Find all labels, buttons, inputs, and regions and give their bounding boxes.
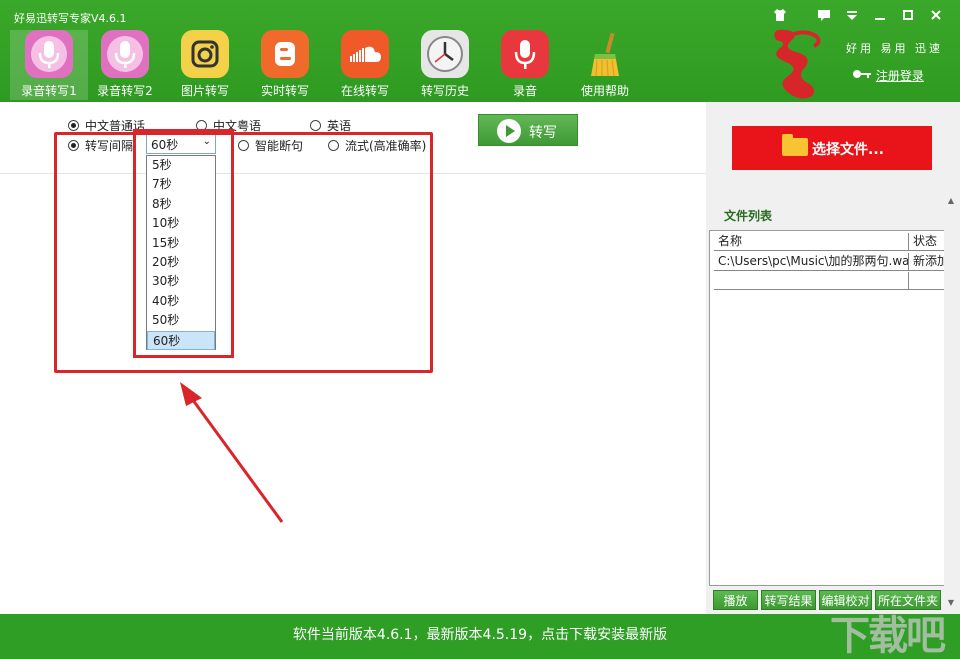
transcribe-button-label: 转写 — [529, 125, 557, 141]
tool-realtime-transcribe[interactable]: 实时转写 — [246, 30, 324, 100]
scroll-up-icon[interactable]: ▲ — [944, 196, 958, 210]
choose-file-label: 选择文件... — [812, 142, 884, 158]
mic-red-icon — [501, 30, 549, 78]
table-row[interactable] — [714, 272, 954, 290]
tool-label: 录音 — [512, 84, 537, 98]
folder-icon — [782, 134, 808, 156]
scroll-down-icon[interactable]: ▼ — [944, 598, 958, 612]
tool-record[interactable]: 录音 — [486, 30, 564, 100]
column-header-name[interactable]: 名称 — [714, 233, 909, 251]
file-list-title: 文件列表 — [724, 209, 773, 223]
table-header: 名称 状态 — [714, 233, 954, 251]
camera-icon — [181, 30, 229, 78]
app-title: 好易迅转写专家V4.6.1 — [14, 12, 127, 25]
transcribe-button[interactable]: 转写 — [478, 114, 578, 146]
tool-label: 转写历史 — [420, 84, 469, 98]
message-icon[interactable] — [816, 8, 832, 24]
radio-dot — [310, 120, 321, 131]
tool-record-transcribe-2[interactable]: 录音转写2 — [86, 30, 164, 100]
close-icon[interactable] — [928, 8, 944, 24]
microphone-icon — [25, 30, 73, 78]
tool-help[interactable]: 使用帮助 — [566, 30, 644, 100]
clock-icon — [421, 30, 469, 78]
radio-label: 英语 — [327, 119, 352, 133]
cloud-icon — [341, 30, 389, 78]
tool-label: 图片转写 — [180, 84, 229, 98]
table-row[interactable]: C:\Users\pc\Music\加的那两句.wa 新添加 — [714, 253, 954, 271]
blogger-icon — [261, 30, 309, 78]
register-login-label: 注册登录 — [875, 69, 924, 83]
tool-label: 在线转写 — [340, 84, 389, 98]
menu-icon[interactable] — [844, 8, 860, 24]
play-button[interactable]: 播放 — [713, 590, 758, 610]
brand-logo — [766, 26, 826, 100]
tool-transcribe-history[interactable]: 转写历史 — [406, 30, 484, 100]
tool-label: 实时转写 — [260, 84, 309, 98]
microphone-icon — [101, 30, 149, 78]
annotation-highlight-box — [133, 129, 234, 358]
play-icon — [497, 119, 521, 143]
minimize-icon[interactable] — [872, 8, 888, 24]
file-name-cell: C:\Users\pc\Music\加的那两句.wa — [714, 253, 909, 271]
transcribe-result-button[interactable]: 转写结果 — [761, 590, 816, 610]
tool-label: 录音转写1 — [21, 84, 77, 98]
shirt-icon[interactable] — [772, 8, 788, 24]
radio-dot — [68, 120, 79, 131]
broom-icon — [581, 30, 629, 78]
update-footer-link[interactable]: 软件当前版本4.6.1，最新版本4.5.19，点击下载安装最新版 — [0, 614, 960, 659]
file-name-cell — [714, 272, 909, 290]
tool-image-transcribe[interactable]: 图片转写 — [166, 30, 244, 100]
brand-slogan: 好用 易用 迅速 — [846, 42, 943, 55]
tool-online-transcribe[interactable]: 在线转写 — [326, 30, 404, 100]
choose-file-button[interactable]: 选择文件... — [732, 126, 932, 170]
watermark: 下载吧 — [830, 613, 946, 659]
annotation-arrow-icon — [180, 382, 284, 523]
tool-label: 使用帮助 — [580, 84, 629, 98]
maximize-icon[interactable] — [900, 8, 916, 24]
title-toolbar-bar: 好易迅转写专家V4.6.1 录音转写1 录音转写2 图片转写 实时转写 在线转写… — [0, 0, 960, 102]
tool-record-transcribe-1[interactable]: 录音转写1 — [10, 30, 88, 100]
key-icon — [852, 69, 876, 83]
tool-label: 录音转写2 — [97, 84, 153, 98]
annotation-highlight-box — [54, 132, 433, 373]
scrollbar[interactable] — [944, 196, 958, 612]
register-login-link[interactable]: 注册登录 — [852, 67, 924, 84]
